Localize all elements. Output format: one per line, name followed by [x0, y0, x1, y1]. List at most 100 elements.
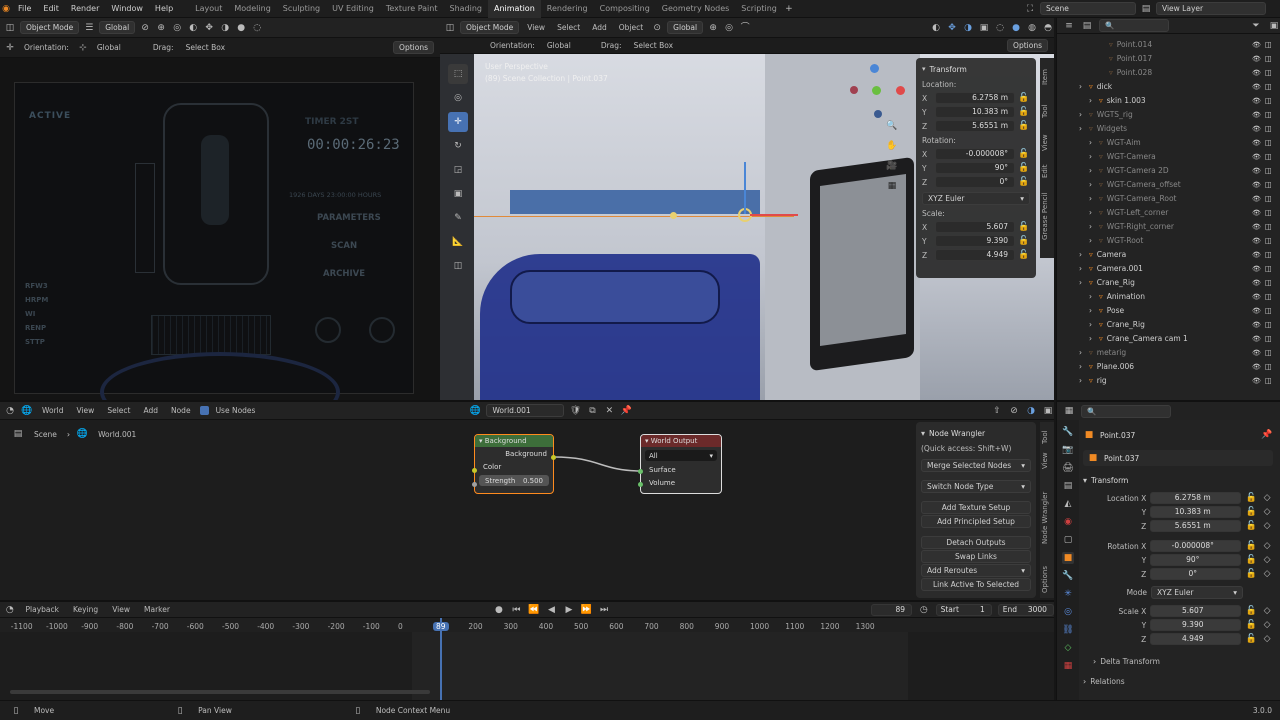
object-datablock-field[interactable]: ■ Point.037 [1083, 450, 1273, 466]
left-mode-dropdown[interactable]: Object Mode [20, 21, 80, 34]
keyframe-icon[interactable]: ◇ [1261, 619, 1273, 631]
outliner-item[interactable]: › ▿ WGT-Root 👁 ◫ [1057, 234, 1280, 248]
outliner-item[interactable]: › ▿ WGT-Camera_Root 👁 ◫ [1057, 192, 1280, 206]
outliner-item[interactable]: › ▿ Camera.001 👁 ◫ [1057, 262, 1280, 276]
render-camera-icon[interactable]: ◫ [1265, 262, 1272, 276]
outliner-item[interactable]: › ▿ rig 👁 ◫ [1057, 374, 1280, 388]
tab-layout[interactable]: Layout [189, 0, 228, 18]
outliner-item[interactable]: ▿ Point.014 👁 ◫ [1057, 38, 1280, 52]
tab-shading[interactable]: Shading [443, 0, 488, 18]
display-mode-icon[interactable]: ▤ [1081, 20, 1093, 32]
keyframe-icon[interactable]: ◇ [1261, 506, 1273, 518]
prop-loc-y[interactable]: 10.383 m [1150, 506, 1242, 518]
prop-loc-x[interactable]: 6.2758 m [1150, 492, 1242, 504]
lock-icon[interactable]: 🔓 [1245, 619, 1257, 631]
tab-modeling[interactable]: Modeling [228, 0, 276, 18]
strength-input-socket[interactable] [472, 482, 477, 487]
visibility-eye-icon[interactable]: 👁 [1252, 66, 1261, 80]
scene-selector[interactable]: Scene [1040, 2, 1136, 15]
expand-arrow-icon[interactable]: › [1089, 192, 1095, 206]
link-active-button[interactable]: Link Active To Selected [921, 578, 1031, 591]
render-tab-icon[interactable]: 📷 [1062, 444, 1074, 456]
expand-arrow-icon[interactable]: › [1089, 164, 1095, 178]
expand-arrow-icon[interactable]: › [1089, 178, 1095, 192]
switch-node-type-dropdown[interactable]: Switch Node Type ▾ [921, 480, 1031, 493]
main-transform-dropdown[interactable]: Global [667, 21, 704, 34]
proportional-icon[interactable]: ◎ [171, 22, 183, 34]
main-menu-object[interactable]: Object [615, 23, 647, 32]
expand-arrow-icon[interactable]: › [1079, 360, 1085, 374]
add-principled-setup-button[interactable]: Add Principled Setup [921, 515, 1031, 528]
lock-icon[interactable]: 🔓 [1245, 492, 1257, 504]
expand-arrow-icon[interactable]: › [1089, 304, 1095, 318]
render-camera-icon[interactable]: ◫ [1265, 248, 1272, 262]
light-point[interactable] [670, 212, 677, 219]
render-camera-icon[interactable]: ◫ [1265, 164, 1272, 178]
visibility-eye-icon[interactable]: 👁 [1252, 318, 1261, 332]
current-frame-field[interactable]: 89 [871, 603, 913, 616]
node-menu-select[interactable]: Select [103, 406, 134, 415]
visibility-eye-icon[interactable]: 👁 [1252, 248, 1261, 262]
editor-type-icon[interactable]: ◫ [4, 22, 16, 34]
object-tab-icon[interactable]: ■ [1062, 552, 1074, 564]
tab-edit[interactable]: Edit [1041, 158, 1053, 184]
menu-edit[interactable]: Edit [37, 0, 65, 18]
visibility-eye-icon[interactable]: 👁 [1252, 178, 1261, 192]
scale-z-field[interactable]: 4.949 [935, 249, 1015, 261]
main-drag-value[interactable]: Select Box [630, 41, 677, 50]
main-3d-viewport[interactable]: User Perspective (89) Scene Collection |… [440, 54, 1054, 400]
outliner-item[interactable]: › ▿ WGT-Left_corner 👁 ◫ [1057, 206, 1280, 220]
outliner-item[interactable]: › ▿ WGT-Camera_offset 👁 ◫ [1057, 178, 1280, 192]
visibility-eye-icon[interactable]: 👁 [1252, 38, 1261, 52]
visibility-eye-icon[interactable]: 👁 [1252, 122, 1261, 136]
left-options-button[interactable]: Options [393, 41, 434, 54]
render-camera-icon[interactable]: ◫ [1265, 290, 1272, 304]
record-icon[interactable]: ● [493, 604, 505, 616]
rot-y-field[interactable]: 90° [935, 162, 1015, 174]
node-overlay-icon[interactable]: ◑ [1025, 405, 1037, 417]
visibility-eye-icon[interactable]: 👁 [1252, 304, 1261, 318]
drag-value[interactable]: Select Box [182, 43, 229, 52]
tab-texture-paint[interactable]: Texture Paint [380, 0, 444, 18]
target-dropdown[interactable]: All ▾ [645, 450, 717, 461]
main-orientation-value[interactable]: Global [543, 41, 575, 50]
timeline-menu-view[interactable]: View [108, 605, 134, 614]
outliner-item[interactable]: › ▿ Pose 👁 ◫ [1057, 304, 1280, 318]
view-layer-tab-icon[interactable]: ▤ [1062, 480, 1074, 492]
measure-tool-icon[interactable]: 📐 [448, 232, 468, 252]
tab-rendering[interactable]: Rendering [541, 0, 594, 18]
filter-icon[interactable]: ⏷ [1250, 20, 1262, 32]
render-camera-icon[interactable]: ◫ [1265, 178, 1272, 192]
jump-start-icon[interactable]: ⏮ [511, 604, 523, 616]
scale-y-field[interactable]: 9.390 [935, 235, 1015, 247]
prop-loc-z[interactable]: 5.6551 m [1150, 520, 1242, 532]
tab-node-tool[interactable]: Tool [1041, 426, 1053, 448]
tab-tool[interactable]: Tool [1041, 96, 1053, 126]
new-collection-icon[interactable]: ▣ [1268, 20, 1280, 32]
pin-icon[interactable]: 📌 [1261, 429, 1273, 441]
tab-item[interactable]: Item [1041, 62, 1053, 92]
prop-scale-x[interactable]: 5.607 [1150, 605, 1242, 617]
main-editor-type-icon[interactable]: ◫ [444, 22, 456, 34]
expand-arrow-icon[interactable]: › [1089, 332, 1095, 346]
main-falloff-icon[interactable]: ⌒ [739, 22, 751, 34]
tool-tab-icon[interactable]: 🔧 [1062, 426, 1074, 438]
lock-icon[interactable]: 🔓 [1245, 540, 1257, 552]
timeline-editor-icon[interactable]: ◔ [4, 604, 16, 616]
keyframe-icon[interactable]: ◇ [1261, 554, 1273, 566]
render-camera-icon[interactable]: ◫ [1265, 192, 1272, 206]
outliner-item[interactable]: › ▿ Widgets 👁 ◫ [1057, 122, 1280, 136]
outliner-item[interactable]: ▿ Point.028 👁 ◫ [1057, 66, 1280, 80]
background-node-header[interactable]: ▾ Background [475, 435, 553, 447]
main-mode-dropdown[interactable]: Object Mode [460, 21, 520, 34]
tab-compositing[interactable]: Compositing [594, 0, 656, 18]
world-name-field[interactable]: World.001 [486, 404, 565, 417]
strength-field[interactable]: Strength 0.500 [479, 475, 549, 486]
transform-section-header[interactable]: ▾ Transform [1083, 472, 1273, 488]
output-tab-icon[interactable]: 🖨 [1062, 462, 1074, 474]
tab-node-view[interactable]: View [1041, 450, 1053, 472]
use-nodes-toggle[interactable]: Use Nodes [199, 406, 260, 415]
gizmo-neg-z-icon[interactable] [874, 110, 882, 118]
jump-end-icon[interactable]: ⏭ [598, 604, 610, 616]
lock-icon[interactable]: 🔓 [1245, 605, 1257, 617]
